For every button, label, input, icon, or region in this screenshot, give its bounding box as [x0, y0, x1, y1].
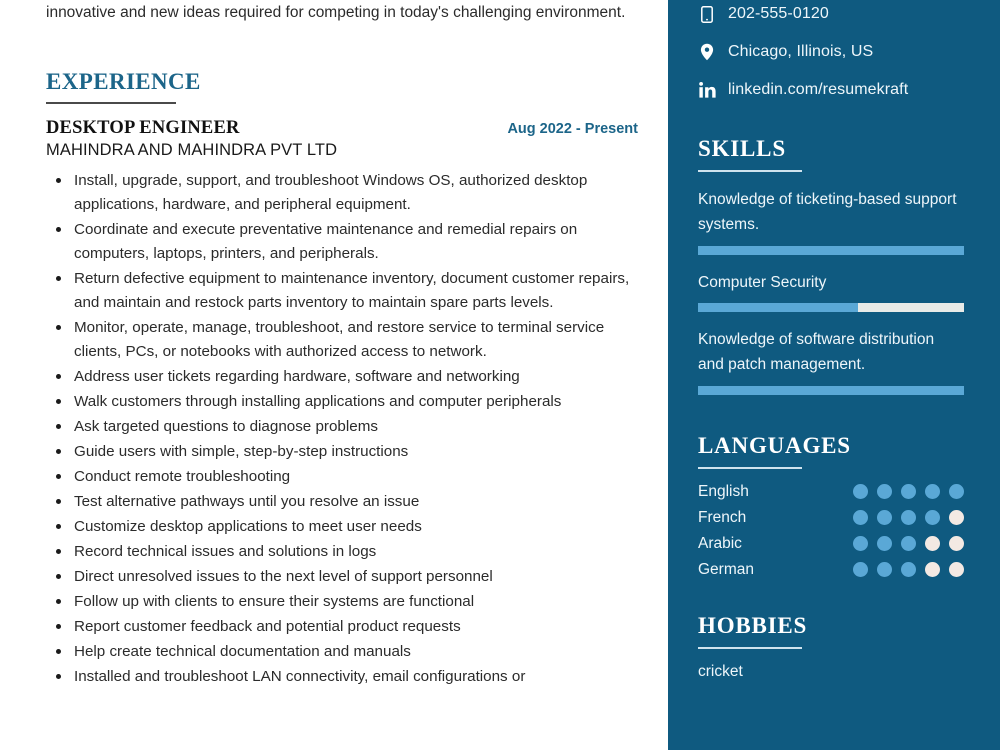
- level-dot-empty: [949, 510, 964, 526]
- level-dot-filled: [877, 484, 892, 500]
- level-dot-filled: [853, 562, 868, 578]
- level-dot-filled: [877, 510, 892, 526]
- job-date: Aug 2022 - Present: [507, 120, 638, 137]
- contact-list: 202-555-0120 Chicago, Illinois, US linke…: [698, 0, 964, 100]
- skill-name: Knowledge of software distribution and p…: [698, 331, 935, 374]
- languages-list: English French Arabic German: [698, 483, 964, 579]
- level-dot-empty: [925, 562, 940, 578]
- list-item: Follow up with clients to ensure their s…: [46, 590, 638, 614]
- list-item: Walk customers through installing applic…: [46, 390, 638, 414]
- level-dot-filled: [877, 536, 892, 552]
- list-item: Monitor, operate, manage, troubleshoot, …: [46, 316, 638, 364]
- skills-section: SKILLS Knowledge of ticketing-based supp…: [698, 136, 964, 395]
- mobile-phone-icon: [698, 5, 716, 23]
- skill-name: Computer Security: [698, 273, 827, 291]
- list-item: Installed and troubleshoot LAN connectiv…: [46, 665, 638, 689]
- skill-item: Computer Security: [698, 271, 964, 313]
- list-item: Help create technical documentation and …: [46, 640, 638, 664]
- level-dot-empty: [949, 562, 964, 578]
- languages-section: LANGUAGES English French Arabic German: [698, 433, 964, 579]
- hobbies-heading: HOBBIES: [698, 612, 808, 638]
- skill-item: Knowledge of software distribution and p…: [698, 328, 964, 395]
- list-item: Direct unresolved issues to the next lev…: [46, 565, 638, 589]
- list-item: Guide users with simple, step-by-step in…: [46, 440, 638, 464]
- languages-heading: LANGUAGES: [698, 432, 851, 458]
- list-item: Report customer feedback and potential p…: [46, 615, 638, 639]
- level-dot-filled: [853, 510, 868, 526]
- level-dot-filled: [853, 536, 868, 552]
- language-level-dots: [853, 484, 964, 500]
- language-row: German: [698, 561, 964, 579]
- contact-linkedin[interactable]: linkedin.com/resumekraft: [698, 80, 964, 100]
- language-name: Arabic: [698, 534, 742, 552]
- list-item: Ask targeted questions to diagnose probl…: [46, 415, 638, 439]
- level-dot-empty: [949, 536, 964, 552]
- skills-heading-rule: [698, 170, 802, 172]
- summary-text: innovative and new ideas required for co…: [46, 4, 626, 21]
- list-item: Return defective equipment to maintenanc…: [46, 267, 638, 315]
- level-dot-filled: [901, 510, 916, 526]
- skill-name: Knowledge of ticketing-based support sys…: [698, 191, 957, 233]
- hobbies-section: HOBBIES cricket: [698, 613, 964, 681]
- sidebar: 202-555-0120 Chicago, Illinois, US linke…: [668, 0, 1000, 750]
- skill-bar-track: [698, 245, 964, 255]
- list-item: Record technical issues and solutions in…: [46, 540, 638, 564]
- list-item: Conduct remote troubleshooting: [46, 465, 638, 489]
- list-item: Address user tickets regarding hardware,…: [46, 365, 638, 389]
- skill-bar-fill: [698, 245, 964, 255]
- level-dot-filled: [901, 562, 916, 578]
- job-title: DESKTOP ENGINEER: [46, 117, 240, 138]
- list-item: Install, upgrade, support, and troublesh…: [46, 169, 638, 217]
- list-item: Test alternative pathways until you reso…: [46, 490, 638, 514]
- summary-paragraph: innovative and new ideas required for co…: [46, 0, 638, 25]
- hobbies-heading-rule: [698, 646, 802, 649]
- main-column: innovative and new ideas required for co…: [0, 0, 668, 750]
- language-name: English: [698, 482, 749, 500]
- contact-location: Chicago, Illinois, US: [698, 42, 964, 62]
- job-company: MAHINDRA AND MAHINDRA PVT LTD: [46, 140, 338, 159]
- list-item: Coordinate and execute preventative main…: [46, 218, 638, 266]
- language-level-dots: [853, 510, 964, 526]
- language-level-dots: [853, 536, 964, 552]
- job-header: DESKTOP ENGINEER Aug 2022 - Present: [46, 118, 638, 139]
- experience-heading: EXPERIENCE: [46, 69, 201, 95]
- language-name: German: [698, 560, 754, 578]
- contact-phone-text: 202-555-0120: [728, 5, 829, 22]
- job-duties-list: Install, upgrade, support, and troublesh…: [46, 169, 638, 689]
- skill-bar-fill: [698, 385, 964, 395]
- level-dot-filled: [925, 484, 940, 500]
- list-item: Customize desktop applications to meet u…: [46, 515, 638, 539]
- resume-page: innovative and new ideas required for co…: [0, 0, 1000, 750]
- level-dot-filled: [949, 484, 964, 500]
- contact-linkedin-text: linkedin.com/resumekraft: [728, 81, 909, 98]
- contact-location-text: Chicago, Illinois, US: [728, 43, 874, 60]
- skill-bar-fill: [698, 303, 858, 313]
- skill-item: Knowledge of ticketing-based support sys…: [698, 188, 964, 255]
- skill-bar-track: [698, 385, 964, 395]
- level-dot-filled: [925, 510, 940, 526]
- level-dot-filled: [853, 484, 868, 500]
- languages-heading-rule: [698, 466, 802, 469]
- experience-heading-rule: [46, 102, 176, 104]
- language-level-dots: [853, 562, 964, 578]
- skills-heading: SKILLS: [698, 136, 786, 161]
- hobby-item: cricket: [698, 662, 743, 680]
- level-dot-empty: [925, 536, 940, 552]
- level-dot-filled: [877, 562, 892, 578]
- language-row: English: [698, 483, 964, 501]
- language-row: Arabic: [698, 535, 964, 553]
- location-pin-icon: [698, 43, 716, 61]
- language-name: French: [698, 508, 747, 526]
- contact-phone: 202-555-0120: [698, 4, 964, 24]
- linkedin-icon: [698, 82, 716, 98]
- skill-bar-track: [698, 303, 964, 313]
- level-dot-filled: [901, 484, 916, 500]
- level-dot-filled: [901, 536, 916, 552]
- language-row: French: [698, 509, 964, 527]
